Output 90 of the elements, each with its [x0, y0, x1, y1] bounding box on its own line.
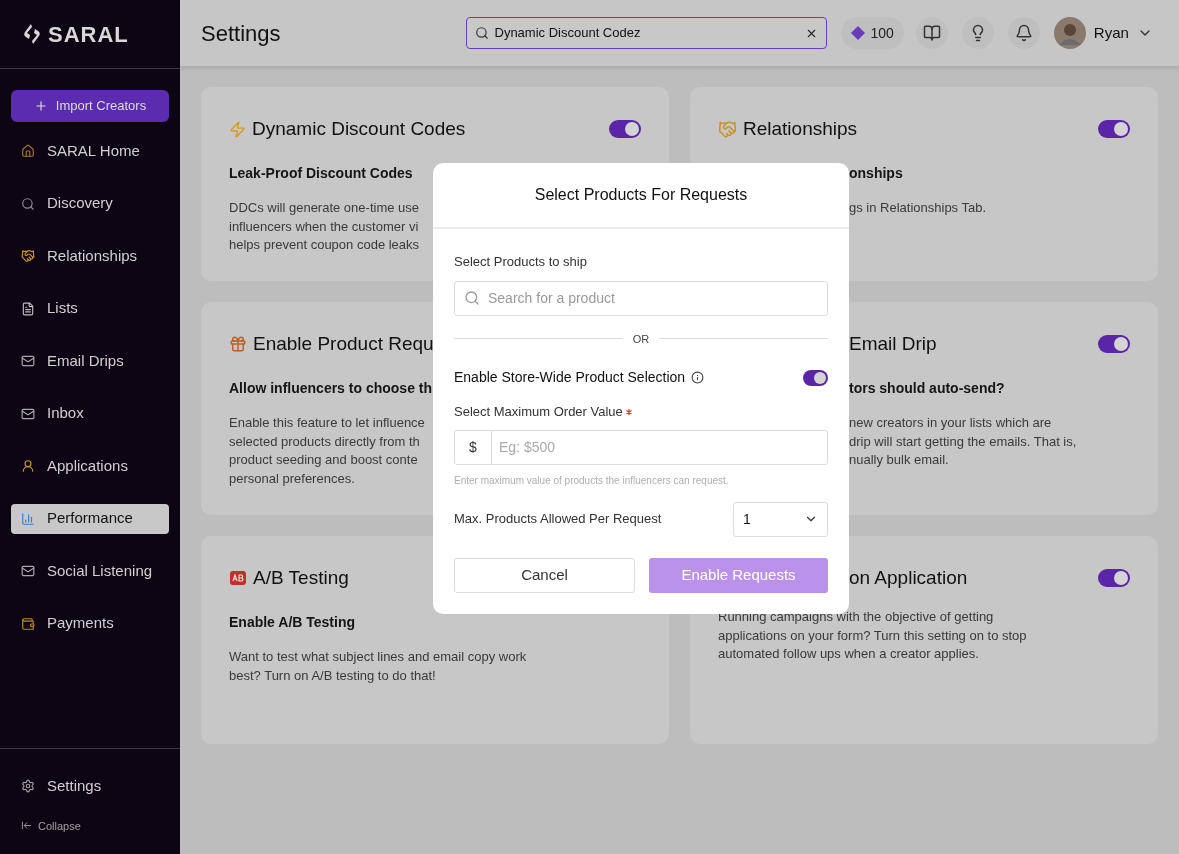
settings-link[interactable]: Settings — [21, 775, 159, 798]
search-field[interactable]: Dynamic Discount Codez — [465, 17, 827, 49]
gift-icon — [229, 335, 247, 353]
toggle-switch[interactable] — [1098, 335, 1130, 353]
card-subtitle: onships — [849, 165, 903, 181]
card-title: on Application — [849, 565, 968, 590]
card-subtitle: tors should auto-send? — [849, 380, 1005, 396]
currency-prefix: $ — [455, 430, 492, 464]
plus-icon — [33, 99, 48, 113]
card-title: Enable Product Requ — [253, 331, 434, 356]
sidebar-item[interactable]: Lists — [11, 293, 169, 324]
card-description: DDCs will generate one-time use — [229, 199, 420, 217]
card-description: product seeding and boost conte — [229, 451, 418, 469]
envelope-icon — [21, 354, 35, 368]
card-description: selected products directly from th — [229, 432, 420, 451]
person-icon — [21, 459, 35, 473]
envelope-icon — [21, 564, 35, 578]
envelope-icon — [21, 406, 35, 421]
order-value-field[interactable]: $ Eg: $500 — [454, 429, 828, 465]
lightbulb-button[interactable] — [961, 17, 994, 49]
card-title: Email Drip — [849, 331, 937, 356]
logo-icon — [22, 23, 42, 45]
field-label: Select Products to ship — [454, 253, 588, 271]
sidebar-item[interactable]: Discovery — [11, 188, 169, 219]
settings-icon — [21, 779, 35, 794]
toggle-switch[interactable] — [1098, 569, 1130, 587]
page-title: Settings — [201, 19, 281, 48]
user-menu[interactable]: Ryan — [1053, 17, 1153, 49]
lightning-icon — [229, 120, 246, 138]
handshake-icon — [718, 119, 737, 139]
toggle-switch[interactable] — [609, 120, 641, 138]
import-creators-button[interactable]: Import Creators — [11, 90, 169, 122]
card-description: applications on your form? Turn this setting on to stop — [718, 626, 1027, 645]
sidebar-item[interactable]: Email Drips — [11, 346, 169, 376]
bar-chart-icon — [21, 511, 35, 526]
card-description: Enable this feature to let influence — [229, 414, 425, 432]
toggle-switch[interactable] — [803, 369, 828, 386]
modal-title: Select Products For Requests — [534, 185, 748, 205]
search-icon — [464, 290, 480, 306]
notifications-button[interactable] — [1007, 17, 1040, 49]
sidebar-item[interactable]: Social Listening — [11, 556, 169, 586]
field-hint: Enter maximum value of products the influencers can request. — [454, 473, 730, 488]
divider-text: OR — [632, 331, 650, 347]
sidebar-item[interactable]: Relationships — [11, 241, 169, 271]
info-icon — [691, 371, 705, 384]
product-search-input[interactable]: Search for a product — [488, 287, 818, 309]
ab-sign-icon — [229, 569, 247, 587]
toggle-label: Enable Store-Wide Product Selection — [454, 368, 686, 387]
order-value-input[interactable]: Eg: $500 — [492, 430, 827, 464]
card-title: Dynamic Discount Codes — [252, 116, 466, 141]
toggle-switch[interactable] — [1098, 120, 1130, 138]
card-description: nually bulk email. — [849, 451, 949, 469]
search-icon — [21, 196, 35, 211]
logo-text: SARAL — [48, 20, 129, 49]
card-description: helps prevent coupon code leaks — [229, 236, 420, 254]
card-description: best? Turn on A/B testing to do that! — [229, 666, 436, 685]
book-icon — [922, 24, 941, 42]
field-label: Select Maximum Order Value — [454, 403, 623, 421]
card-subtitle: Allow influencers to choose th — [229, 380, 433, 396]
sidebar-item[interactable]: SARAL Home — [11, 136, 169, 166]
product-search-field[interactable]: Search for a product — [454, 280, 828, 316]
document-icon — [21, 301, 35, 316]
card-description: personal preferences. — [229, 469, 355, 488]
sidebar-item[interactable]: Payments — [11, 608, 169, 639]
field-label: Max. Products Allowed Per Request — [454, 510, 662, 529]
card-description: influencers when the customer vi — [229, 217, 419, 236]
avatar — [1053, 17, 1086, 49]
card-title: Relationships — [743, 116, 858, 141]
points-badge[interactable]: 100 — [840, 17, 904, 49]
card-description: new creators in your lists which are — [849, 414, 1052, 432]
card-subtitle: Leak-Proof Discount Codes — [229, 165, 413, 181]
card-subtitle: Enable A/B Testing — [229, 614, 355, 630]
cancel-button[interactable]: Cancel — [454, 557, 635, 593]
collapse-button[interactable]: Collapse — [21, 817, 159, 834]
search-icon — [474, 26, 489, 40]
handshake-icon — [21, 249, 35, 263]
sidebar-item[interactable]: Performance — [11, 503, 169, 534]
house-icon — [21, 144, 35, 158]
card-description: Want to test what subject lines and email copy work — [229, 648, 527, 666]
diamond-icon — [850, 26, 865, 40]
card-title: A/B Testing — [253, 565, 349, 590]
sidebar-item[interactable]: Applications — [11, 451, 169, 481]
collapse-icon — [21, 820, 32, 832]
book-button[interactable] — [915, 17, 948, 49]
bell-icon — [1014, 24, 1033, 42]
sidebar-item[interactable]: Inbox — [11, 398, 169, 429]
card-description: automated follow ups when a creator applies. — [718, 645, 979, 663]
quantity-select[interactable]: 1 — [733, 501, 828, 537]
card-description: drip will start getting the emails. That is, — [849, 432, 1077, 451]
card-description: gs in Relationships Tab. — [849, 199, 987, 217]
